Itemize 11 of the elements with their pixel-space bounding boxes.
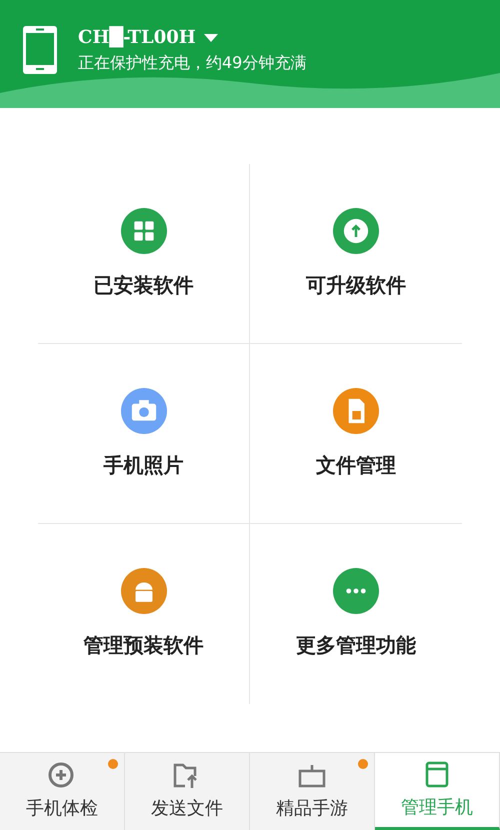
bottom-tab[interactable]: 手机体检 xyxy=(0,753,125,830)
feature-tile[interactable]: 管理预装软件 xyxy=(38,524,250,704)
bottom-tab[interactable]: 发送文件 xyxy=(125,753,250,830)
feature-tile[interactable]: 文件管理 xyxy=(250,344,462,524)
phone-icon xyxy=(22,24,58,74)
feature-tile[interactable]: 已安装软件 xyxy=(38,164,250,344)
dropdown-icon[interactable] xyxy=(204,34,218,42)
feature-tile[interactable]: 可升级软件 xyxy=(250,164,462,344)
charging-status: 正在保护性充电，约49分钟充满 xyxy=(78,52,306,74)
feature-tile[interactable]: 手机照片 xyxy=(38,344,250,524)
feature-tile[interactable]: 更多管理功能 xyxy=(250,524,462,704)
